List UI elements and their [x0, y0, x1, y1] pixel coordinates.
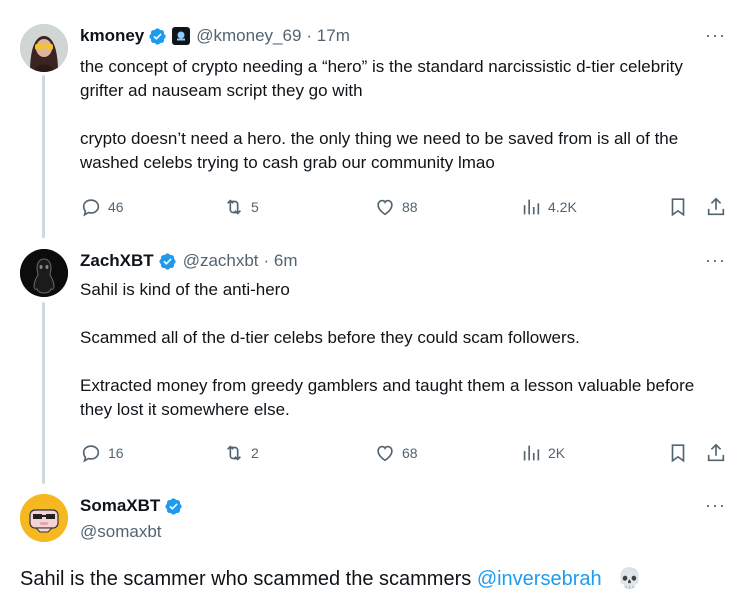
bookmark-button[interactable]	[667, 196, 689, 218]
timestamp[interactable]: · 17m	[306, 26, 349, 46]
repost-icon	[226, 199, 242, 215]
action-bar: 46 5 88 4.2K	[80, 196, 730, 220]
share-button[interactable]	[705, 196, 727, 218]
affiliate-badge-icon[interactable]	[172, 27, 191, 45]
like-icon	[377, 199, 393, 216]
user-handle[interactable]: @kmoney_69	[196, 26, 301, 46]
more-icon[interactable]: ···	[705, 496, 726, 514]
views-count: 4.2K	[548, 199, 577, 215]
like-icon	[377, 445, 393, 462]
avatar-kmoney[interactable]	[20, 24, 68, 72]
like-button[interactable]: 88	[374, 196, 418, 218]
more-icon[interactable]: ···	[705, 251, 726, 269]
verified-badge-icon	[164, 497, 183, 516]
tweet-header: kmoney @kmoney_69 · 17m	[80, 26, 350, 46]
views-icon	[523, 199, 540, 215]
handle-row: @somaxbt	[80, 522, 162, 542]
tweet-paragraph: Sahil is kind of the anti-hero	[80, 280, 290, 299]
tweet-header: SomaXBT	[80, 496, 183, 516]
avatar-somaxbt[interactable]	[20, 494, 68, 542]
repost-count: 2	[251, 445, 259, 461]
like-count: 68	[402, 445, 418, 461]
repost-count: 5	[251, 199, 259, 215]
bookmark-icon	[671, 198, 685, 217]
more-icon[interactable]: ···	[705, 26, 726, 44]
like-count: 88	[402, 199, 418, 215]
reply-count: 16	[108, 445, 124, 461]
display-name[interactable]: kmoney	[80, 26, 144, 46]
mention-link[interactable]: @inversebrah	[477, 568, 602, 590]
user-handle[interactable]: @zachxbt	[183, 251, 259, 271]
share-icon	[707, 443, 725, 462]
repost-icon	[226, 445, 242, 461]
tweet-paragraph: crypto doesn’t need a hero. the only thi…	[80, 129, 679, 172]
tweet-text: the concept of crypto needing a “hero” i…	[80, 55, 730, 175]
verified-badge-icon	[158, 252, 177, 271]
share-icon	[707, 197, 725, 216]
views-icon	[523, 445, 540, 461]
tweet-paragraph: Scammed all of the d-tier celebs before …	[80, 328, 580, 347]
repost-button[interactable]: 2	[223, 442, 259, 464]
reply-count: 46	[108, 199, 124, 215]
thread-line	[42, 75, 45, 238]
display-name[interactable]: ZachXBT	[80, 251, 154, 271]
verified-badge-icon	[148, 27, 167, 46]
views-button[interactable]: 4.2K	[520, 196, 577, 218]
tweet-paragraph: the concept of crypto needing a “hero” i…	[80, 57, 683, 100]
reply-icon	[82, 445, 100, 463]
display-name[interactable]: SomaXBT	[80, 496, 160, 516]
bookmark-button[interactable]	[667, 442, 689, 464]
tweet-paragraph: Extracted money from greedy gamblers and…	[80, 376, 695, 419]
reply-button[interactable]: 46	[80, 196, 124, 218]
user-handle[interactable]: @somaxbt	[80, 522, 162, 542]
views-button[interactable]: 2K	[520, 442, 565, 464]
avatar-zachxbt[interactable]	[20, 249, 68, 297]
share-button[interactable]	[705, 442, 727, 464]
bookmark-icon	[671, 444, 685, 463]
tweet-text: Sahil is the scammer who scammed the sca…	[20, 565, 642, 593]
tweet-body: Sahil is the scammer who scammed the sca…	[20, 568, 472, 590]
tweet-header: ZachXBT @zachxbt · 6m	[80, 251, 298, 271]
reply-icon	[82, 199, 100, 217]
action-bar: 16 2 68 2K	[80, 442, 730, 466]
thread-line	[42, 302, 45, 484]
repost-button[interactable]: 5	[223, 196, 259, 218]
tweet-text: Sahil is kind of the anti-hero Scammed a…	[80, 278, 730, 422]
reply-button[interactable]: 16	[80, 442, 124, 464]
timestamp[interactable]: · 6m	[264, 251, 298, 271]
like-button[interactable]: 68	[374, 442, 418, 464]
views-count: 2K	[548, 445, 566, 461]
skull-emoji: 💀	[617, 568, 643, 590]
